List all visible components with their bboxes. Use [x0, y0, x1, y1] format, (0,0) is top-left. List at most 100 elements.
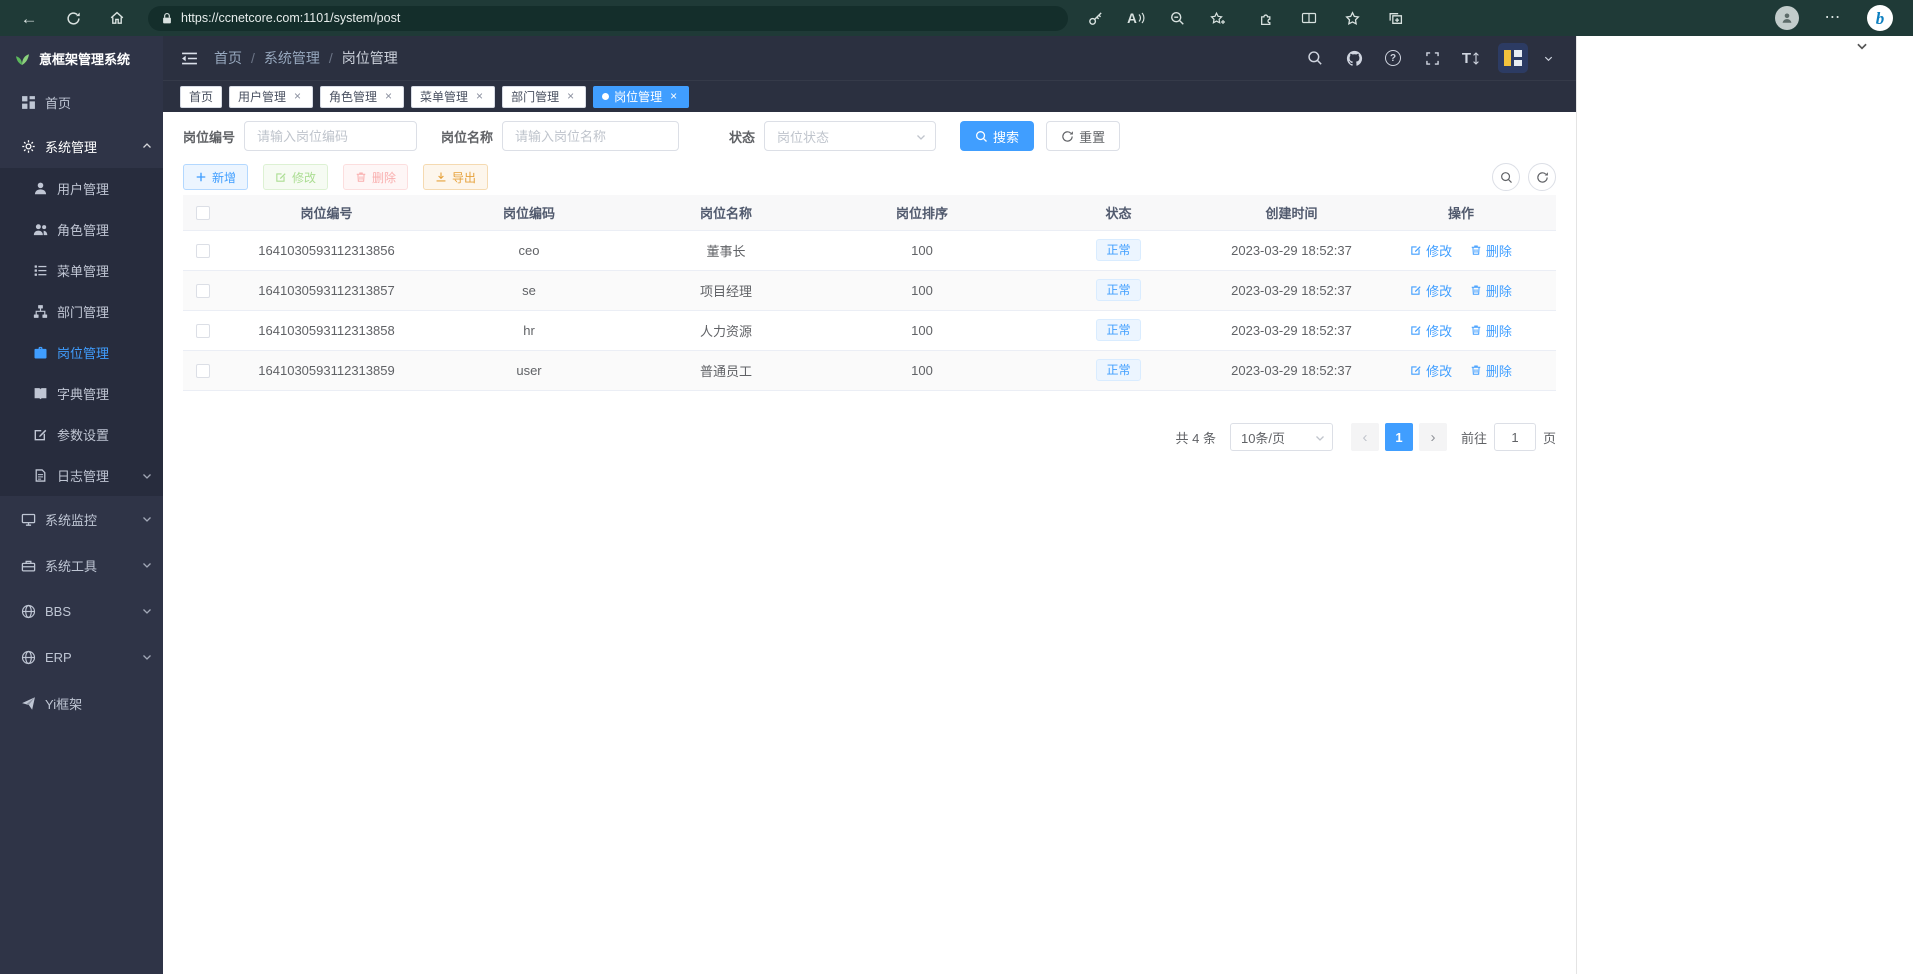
delete-button[interactable]: 删除	[343, 164, 408, 190]
help-icon[interactable]: ?	[1381, 46, 1405, 70]
sidebar-item-post-management[interactable]: 岗位管理	[0, 332, 163, 373]
post-name-input[interactable]	[502, 121, 679, 151]
sidebar-item-system-tools[interactable]: 系统工具	[0, 542, 163, 588]
edge-sidebar-caret-icon[interactable]	[1855, 39, 1869, 53]
close-icon[interactable]: ×	[473, 90, 486, 103]
row-checkbox[interactable]	[196, 284, 210, 298]
copilot-icon[interactable]: b	[1867, 5, 1893, 31]
sidebar-item-user-management[interactable]: 用户管理	[0, 168, 163, 209]
breadcrumb-item-system[interactable]: 系统管理	[264, 48, 320, 68]
sidebar-item-label: BBS	[45, 604, 71, 619]
close-icon[interactable]: ×	[667, 90, 680, 103]
delete-row-button[interactable]: 删除	[1470, 241, 1512, 260]
tab-home[interactable]: 首页	[180, 86, 222, 108]
sidebar-item-role-management[interactable]: 角色管理	[0, 209, 163, 250]
edit-icon	[1410, 244, 1422, 256]
close-icon[interactable]: ×	[382, 90, 395, 103]
sidebar-item-log-management[interactable]: 日志管理	[0, 455, 163, 496]
edit-row-button[interactable]: 修改	[1410, 241, 1452, 260]
show-search-button[interactable]	[1492, 163, 1520, 191]
sidebar-toggle-button[interactable]	[181, 51, 198, 66]
cell-post-code: ceo	[430, 230, 628, 270]
read-aloud-icon[interactable]: A	[1123, 5, 1149, 31]
sidebar-item-yi-framework[interactable]: Yi框架	[0, 680, 163, 726]
edit-row-button[interactable]: 修改	[1410, 321, 1452, 340]
status-select[interactable]: 岗位状态	[764, 121, 936, 151]
next-page-button[interactable]: ›	[1419, 423, 1447, 451]
avatar-caret-icon[interactable]	[1543, 53, 1554, 64]
app-logo[interactable]: 意框架管理系统	[0, 36, 163, 80]
tab-post-management[interactable]: 岗位管理 ×	[593, 86, 689, 108]
edit-row-button[interactable]: 修改	[1410, 281, 1452, 300]
browser-refresh-button[interactable]	[60, 5, 86, 31]
fullscreen-icon[interactable]	[1420, 46, 1444, 70]
header-search-icon[interactable]	[1303, 46, 1327, 70]
tab-menu-management[interactable]: 菜单管理 ×	[411, 86, 495, 108]
github-icon[interactable]	[1342, 46, 1366, 70]
browser-menu-icon[interactable]: ⋯	[1820, 5, 1846, 31]
tab-label: 首页	[189, 88, 213, 105]
delete-button-label: 删除	[372, 169, 396, 186]
sidebar-item-menu-management[interactable]: 菜单管理	[0, 250, 163, 291]
sidebar-item-erp[interactable]: ERP	[0, 634, 163, 680]
tab-label: 部门管理	[511, 88, 559, 105]
row-checkbox[interactable]	[196, 324, 210, 338]
export-button[interactable]: 导出	[423, 164, 488, 190]
zoom-icon[interactable]	[1164, 5, 1190, 31]
post-name-label: 岗位名称	[441, 127, 493, 146]
sidebar-item-bbs[interactable]: BBS	[0, 588, 163, 634]
reset-button[interactable]: 重置	[1046, 121, 1120, 151]
page-1-button[interactable]: 1	[1385, 423, 1413, 451]
user-icon	[33, 181, 48, 196]
row-checkbox[interactable]	[196, 244, 210, 258]
search-button[interactable]: 搜索	[960, 121, 1034, 151]
breadcrumb-item-home[interactable]: 首页	[214, 48, 242, 68]
close-icon[interactable]: ×	[291, 90, 304, 103]
browser-home-button[interactable]	[104, 5, 130, 31]
chevron-down-icon	[141, 470, 153, 482]
post-code-input[interactable]	[244, 121, 417, 151]
delete-row-button[interactable]: 删除	[1470, 361, 1512, 380]
dashboard-icon	[21, 95, 36, 110]
prev-page-button[interactable]: ‹	[1351, 423, 1379, 451]
row-checkbox[interactable]	[196, 364, 210, 378]
status-badge: 正常	[1096, 239, 1140, 261]
collections-icon[interactable]	[1382, 5, 1408, 31]
delete-row-button[interactable]: 删除	[1470, 281, 1512, 300]
select-all-checkbox[interactable]	[196, 206, 210, 220]
add-button[interactable]: 新增	[183, 164, 248, 190]
sidebar-item-label: 岗位管理	[57, 343, 109, 362]
key-icon[interactable]	[1082, 5, 1108, 31]
page-size-select[interactable]: 10条/页	[1230, 423, 1333, 451]
user-avatar[interactable]	[1498, 43, 1528, 73]
close-icon[interactable]: ×	[564, 90, 577, 103]
add-button-label: 新增	[212, 169, 236, 186]
table-row: 1641030593112313858 hr 人力资源 100 正常 2023-…	[183, 310, 1556, 350]
font-size-icon[interactable]: T	[1459, 46, 1483, 70]
sidebar-item-system-monitor[interactable]: 系统监控	[0, 496, 163, 542]
sidebar-item-dept-management[interactable]: 部门管理	[0, 291, 163, 332]
goto-input[interactable]	[1494, 423, 1536, 451]
tab-role-management[interactable]: 角色管理 ×	[320, 86, 404, 108]
browser-back-button[interactable]: ←	[16, 5, 42, 31]
cell-post-sort: 100	[824, 310, 1020, 350]
favorite-add-icon[interactable]	[1205, 5, 1231, 31]
delete-row-button[interactable]: 删除	[1470, 321, 1512, 340]
tab-dept-management[interactable]: 部门管理 ×	[502, 86, 586, 108]
sidebar-item-label: 用户管理	[57, 179, 109, 198]
favorites-icon[interactable]	[1339, 5, 1365, 31]
sidebar-item-param-settings[interactable]: 参数设置	[0, 414, 163, 455]
extensions-icon[interactable]	[1253, 5, 1279, 31]
sidebar-item-home[interactable]: 首页	[0, 80, 163, 124]
sidebar-item-system-management[interactable]: 系统管理	[0, 124, 163, 168]
edit-button[interactable]: 修改	[263, 164, 328, 190]
refresh-table-button[interactable]	[1528, 163, 1556, 191]
split-screen-icon[interactable]	[1296, 5, 1322, 31]
sidebar-item-dict-management[interactable]: 字典管理	[0, 373, 163, 414]
address-bar[interactable]: https://ccnetcore.com:1101/system/post	[148, 6, 1068, 31]
edit-row-button[interactable]: 修改	[1410, 361, 1452, 380]
profile-avatar[interactable]	[1775, 6, 1799, 30]
sidebar-item-label: 角色管理	[57, 220, 109, 239]
cell-post-id: 1641030593112313856	[223, 230, 430, 270]
tab-user-management[interactable]: 用户管理 ×	[229, 86, 313, 108]
